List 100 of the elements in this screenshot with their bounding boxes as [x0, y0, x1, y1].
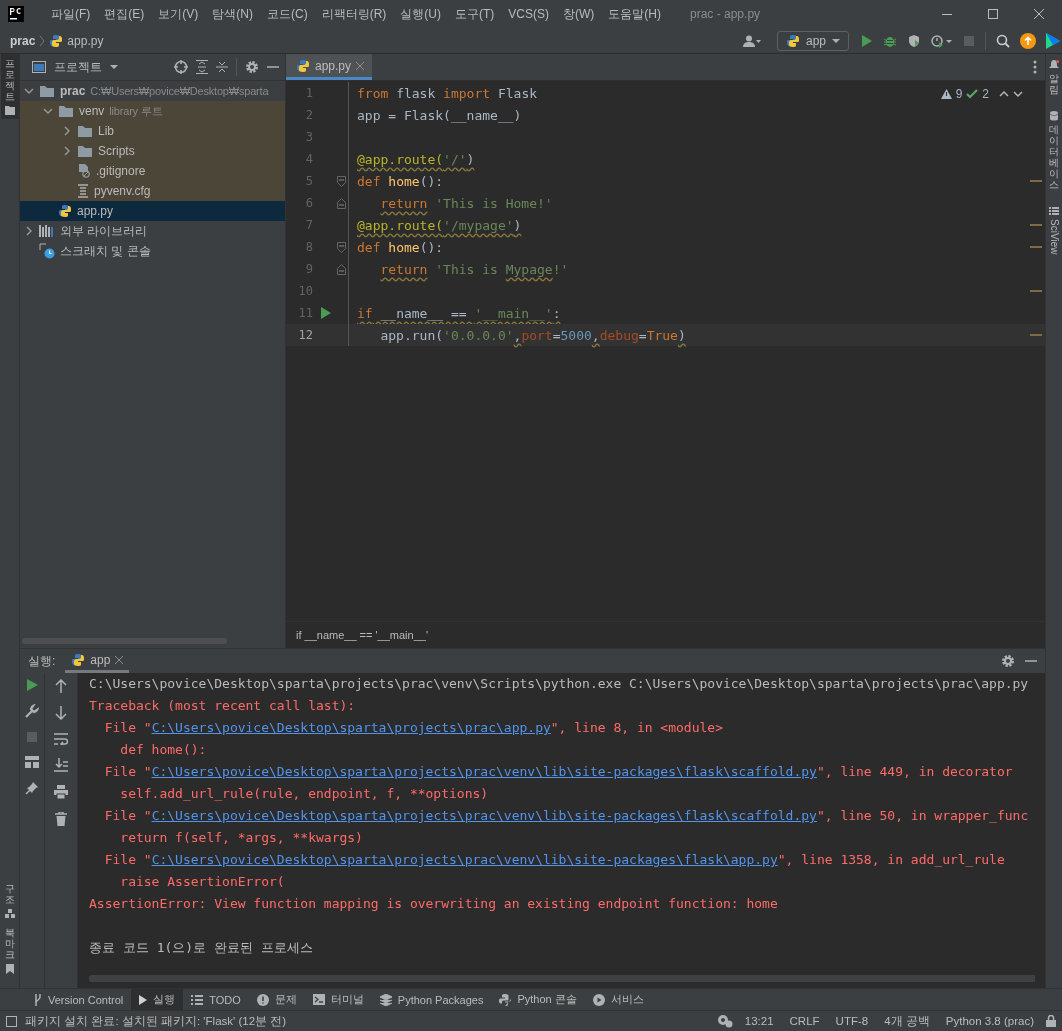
tree-item[interactable]: Lib [20, 121, 285, 141]
menu-item[interactable]: 도구(T) [448, 5, 502, 23]
menu-item[interactable]: 탐색(N) [205, 5, 260, 23]
status-item[interactable]: CRLF [785, 1015, 824, 1027]
console-line: AssertionError: View function mapping is overwriting an existing endpoint function: home [89, 895, 779, 913]
tool-window-tab[interactable]: 프로젝트 [0, 54, 19, 119]
close-icon[interactable] [1034, 9, 1044, 19]
tool-window-tab[interactable]: 알림 [1049, 60, 1059, 95]
status-item[interactable]: 4개 공백 [880, 1013, 934, 1029]
services-icon [592, 993, 605, 1006]
tree-item[interactable]: venv library 루트 [20, 101, 285, 121]
pin-icon[interactable] [25, 781, 39, 795]
menu-item[interactable]: 실행(U) [393, 5, 448, 23]
line-number: 9 [304, 262, 313, 276]
tool-window-tab[interactable]: SciView [1048, 206, 1060, 255]
tool-window-tab[interactable]: 북마크 [0, 923, 19, 978]
editor-tab[interactable]: app.py [286, 54, 373, 80]
line-number: 8 [304, 240, 313, 254]
fold-end-icon[interactable] [337, 197, 346, 209]
more-icon[interactable] [1033, 60, 1037, 74]
tool-windows-icon[interactable] [6, 1015, 17, 1027]
libraries-icon [39, 225, 55, 237]
console-line: 종료 코드 1(으)로 완료된 프로세스 [89, 939, 314, 957]
user-icon[interactable] [742, 34, 761, 47]
fold-start-icon[interactable] [337, 241, 346, 253]
file-link[interactable]: C:\Users\povice\Desktop\sparta\projects\prac\venv\lib\site-packages\flask\scaffold.py [151, 808, 817, 823]
status-item[interactable]: 13:21 [740, 1015, 778, 1027]
tree-item[interactable]: pyvenv.cfg [20, 181, 285, 201]
print-icon[interactable] [54, 785, 68, 799]
warning-count[interactable]: 9 [955, 87, 963, 101]
menu-item[interactable]: 창(W) [556, 5, 602, 23]
tool-window-tab[interactable]: 구조 [0, 879, 19, 923]
expand-all-icon[interactable] [196, 60, 208, 74]
tool-window-button[interactable]: 터미널 [304, 989, 372, 1010]
breadcrumb-item[interactable]: app.py [67, 33, 104, 48]
collapse-all-icon[interactable] [216, 60, 228, 74]
status-item[interactable]: UTF-8 [831, 1015, 873, 1027]
gauge-icon[interactable] [931, 33, 953, 48]
panel-title[interactable]: 프로젝트 [54, 58, 102, 76]
console-line: File "C:\Users\povice\Desktop\sparta\projects\prac\app.py", line 8, in <module> [103, 719, 724, 737]
tree-item[interactable]: app.py [20, 201, 285, 221]
fold-end-icon[interactable] [337, 263, 346, 275]
tree-item[interactable]: Scripts [20, 141, 285, 161]
fold-start-icon[interactable] [337, 175, 346, 187]
tool-window-button[interactable]: 실행 [131, 989, 184, 1010]
menu-item[interactable]: VCS(S) [501, 7, 556, 21]
line-number: 6 [304, 196, 313, 210]
wrench-icon[interactable] [25, 704, 39, 718]
rerun-icon[interactable] [26, 679, 38, 691]
search-icon[interactable] [996, 33, 1010, 48]
breadcrumb-item[interactable]: prac [10, 33, 36, 48]
line-number: 1 [304, 86, 313, 100]
status-message[interactable]: 패키지 설치 완료: 설치된 패키지: 'Flask' (12분 전) [25, 1013, 287, 1029]
trash-icon[interactable] [55, 812, 67, 826]
status-item[interactable]: Python 3.8 (prac) [941, 1015, 1038, 1027]
tool-window-button[interactable]: Version Control [26, 989, 132, 1010]
file-link[interactable]: C:\Users\povice\Desktop\sparta\projects\prac\venv\lib\site-packages\flask\scaffold.py [151, 764, 817, 779]
menu-item[interactable]: 코드(C) [260, 5, 315, 23]
plugin-logo-icon[interactable] [1046, 32, 1060, 49]
tool-window-button[interactable]: Python Packages [371, 989, 492, 1010]
tree-item[interactable]: .gitignore [20, 161, 285, 181]
shield-icon[interactable] [907, 33, 921, 48]
close-icon[interactable] [115, 655, 124, 664]
line-number: 4 [304, 152, 313, 166]
tree-item[interactable]: 스크래치 및 콘솔 [20, 241, 285, 261]
layout-icon[interactable] [25, 756, 39, 768]
run-config-dropdown[interactable]: app [776, 30, 849, 51]
background-tasks-icon[interactable] [716, 1014, 733, 1028]
menu-item[interactable]: 도움말(H) [601, 5, 668, 23]
menu-item[interactable]: 리팩터링(R) [314, 5, 394, 23]
scroll-to-end-icon[interactable] [54, 758, 68, 772]
run-icon[interactable] [321, 307, 331, 319]
up-arrow-icon[interactable] [55, 679, 67, 693]
tool-window-tab[interactable]: 데이터베이스 [1049, 111, 1059, 190]
folder-icon [77, 144, 93, 158]
code-line: def home(): [356, 173, 444, 189]
previous-icon[interactable] [999, 91, 1009, 97]
run-icon[interactable] [861, 33, 873, 48]
bookmark-icon [4, 964, 15, 974]
file-link[interactable]: C:\Users\povice\Desktop\sparta\projects\prac\app.py [151, 720, 551, 735]
settings-icon[interactable] [245, 60, 259, 74]
maximize-icon[interactable] [988, 9, 998, 19]
update-icon[interactable] [1020, 32, 1036, 49]
tree-item[interactable]: 외부 라이브러리 [20, 221, 285, 241]
locate-icon[interactable] [174, 60, 188, 74]
tool-window-button[interactable]: 문제 [248, 989, 305, 1010]
menu-item[interactable]: 보기(V) [151, 5, 206, 23]
next-icon[interactable] [1013, 91, 1023, 97]
tree-item[interactable]: prac C:₩Users₩povice₩Desktop₩sparta [20, 81, 285, 101]
tool-window-button[interactable]: Python 콘솔 [491, 989, 585, 1010]
weak-warning-count[interactable]: 2 [982, 87, 989, 101]
file-link[interactable]: C:\Users\povice\Desktop\sparta\projects\prac\venv\lib\site-packages\flask\app.py [151, 852, 778, 867]
tool-window-button[interactable]: TODO [183, 989, 249, 1010]
menu-item[interactable]: 편집(E) [97, 5, 152, 23]
down-arrow-icon[interactable] [55, 706, 67, 720]
breadcrumb-item[interactable]: if __name__ == '__main__' [296, 629, 429, 641]
soft-wrap-icon[interactable] [54, 733, 68, 745]
menu-item[interactable]: 파일(F) [44, 5, 98, 23]
tool-window-button[interactable]: 서비스 [584, 989, 652, 1010]
settings-icon[interactable] [1001, 654, 1015, 668]
